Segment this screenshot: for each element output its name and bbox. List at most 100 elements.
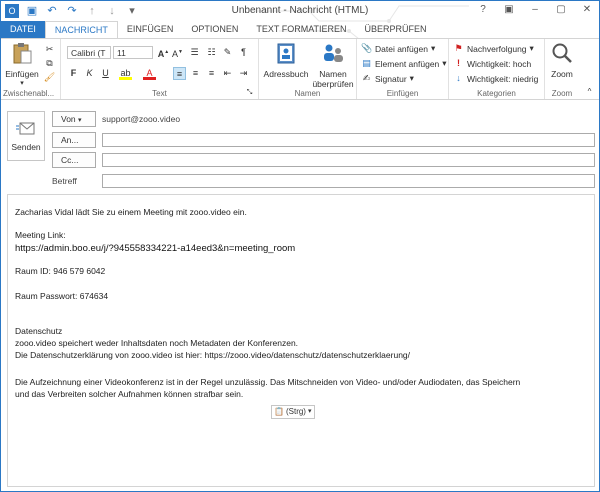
tab-insert[interactable]: EINFÜGEN [118,21,183,38]
signature-button[interactable]: ✍ Signatur ▾ [361,73,414,84]
zoom-group-label: Zoom [551,89,573,98]
chevron-down-icon: ▾ [409,73,414,83]
clear-format-icon[interactable]: ✎ [221,46,234,59]
room-id: Raum ID: 946 579 6042 [15,266,106,276]
numbering-icon[interactable]: ☷ [205,46,218,59]
meeting-link-label: Meeting Link: [15,230,66,240]
check-names-button[interactable]: Namen überprüfen [311,41,355,89]
privacy-line-1: zooo.video speichert weder Inhaltsdaten … [15,338,299,348]
zoom-group: Zoom Zoom [545,39,579,99]
chevron-down-icon: ▾ [20,80,24,87]
paperclip-icon: 📎 [361,43,373,53]
tab-format-text[interactable]: TEXT FORMATIEREN [247,21,355,38]
subject-field[interactable] [102,174,595,188]
align-right-icon[interactable]: ≡ [205,67,218,80]
chevron-down-icon: ▾ [307,408,312,415]
tab-options[interactable]: OPTIONEN [182,21,247,38]
tab-file[interactable]: DATEI [1,21,45,38]
follow-up-button[interactable]: ⚑ Nachverfolgung ▾ [453,43,534,54]
font-color-icon[interactable]: A [143,67,156,80]
increase-indent-icon[interactable]: ⇥ [237,67,250,80]
dialog-launcher-icon[interactable]: ⤡ [243,86,256,99]
close-button[interactable]: ✕ [579,3,595,17]
message-body[interactable]: Zacharias Vidal lädt Sie zu einem Meetin… [7,194,595,487]
decrease-indent-icon[interactable]: ⇤ [221,67,234,80]
ribbon: Einfügen ▾ ✂ ⧉ 🖌 Zwischenabl... Calibri … [1,38,599,100]
italic-button[interactable]: K [83,67,96,80]
clipboard-group-label: Zwischenabl... [3,89,55,98]
from-button[interactable]: Von ▾ [52,111,96,127]
attach-item-button[interactable]: ▤ Element anfügen ▾ [361,58,447,69]
tags-group-label: Kategorien [477,89,516,98]
help-button[interactable]: ? [475,3,491,17]
clipboard-group: Einfügen ▾ ✂ ⧉ 🖌 Zwischenabl... [1,39,61,99]
outlook-message-window: O ▣ ↶ ↷ ↑ ↓ ▾ Unbenannt - Nachricht (HTM… [0,0,600,492]
window-controls: ? ▣ – ▢ ✕ [475,3,595,17]
title-bar: O ▣ ↶ ↷ ↑ ↓ ▾ Unbenannt - Nachricht (HTM… [1,1,599,40]
recording-line-2: und das Verbreiten solcher Aufnahmen kön… [15,389,244,399]
chevron-down-icon: ▾ [442,58,447,68]
names-group: Adressbuch Namen überprüfen Namen [259,39,357,99]
bold-button[interactable]: F [67,67,80,80]
ribbon-display-button[interactable]: ▣ [501,3,517,17]
address-book-icon [277,43,295,64]
meeting-link[interactable]: https://admin.boo.eu/j/?945558334221-a14… [15,243,295,254]
clipboard-icon [13,43,32,64]
ribbon-tabs: DATEI NACHRICHT EINFÜGEN OPTIONEN TEXT F… [1,21,599,38]
clipboard-icon: 📋 [274,407,284,416]
flag-icon: ⚑ [454,43,463,53]
recording-line-1: Die Aufzeichnung einer Videokonferenz is… [15,377,521,387]
include-group-label: Einfügen [386,89,419,98]
names-group-label: Namen [294,89,321,98]
from-value: support@zooo.video [102,114,181,124]
tab-review[interactable]: ÜBERPRÜFEN [356,21,436,38]
basic-text-group-label: Text [152,89,167,98]
minimize-button[interactable]: – [527,3,543,17]
copy-icon[interactable]: ⧉ [43,57,56,70]
cc-field[interactable] [102,153,595,167]
attach-item-icon: ▤ [362,58,371,68]
include-group: 📎 Datei anfügen ▾ ▤ Element anfügen ▾ ✍ … [357,39,449,99]
font-size-combo[interactable]: 11 [113,46,153,59]
highlight-icon[interactable]: ab [119,67,132,80]
bullets-icon[interactable]: ☰ [188,46,201,59]
chevron-down-icon: ▾ [78,117,82,124]
cut-icon[interactable]: ✂ [43,43,56,56]
align-center-icon[interactable]: ≡ [189,67,202,80]
underline-button[interactable]: U [99,67,112,80]
subject-label: Betreff [52,176,77,186]
styles-icon[interactable]: ¶ [237,46,250,59]
attach-file-button[interactable]: 📎 Datei anfügen ▾ [361,43,435,54]
to-field[interactable] [102,133,595,147]
send-button[interactable]: Senden [7,111,45,161]
grow-font-icon[interactable]: A▲ [157,46,170,59]
chevron-down-icon: ▾ [529,43,534,53]
privacy-heading: Datenschutz [15,326,63,336]
room-password: Raum Passwort: 674634 [15,291,109,301]
font-name-combo[interactable]: Calibri (T [67,46,111,59]
format-painter-icon[interactable]: 🖌 [43,71,56,84]
low-importance-button[interactable]: ↓ Wichtigkeit: niedrig [453,73,538,84]
shrink-font-icon[interactable]: A▼ [171,46,184,59]
arrow-down-icon: ↓ [456,73,461,83]
tab-message[interactable]: NACHRICHT [44,21,118,38]
chevron-down-icon: ▾ [430,43,436,53]
paste-button[interactable]: Einfügen ▾ [5,41,39,87]
maximize-button[interactable]: ▢ [553,3,569,17]
check-names-icon [324,44,343,62]
cc-button[interactable]: Cc... [52,152,96,168]
send-envelope-icon [16,122,35,135]
signature-icon: ✍ [362,73,371,83]
collapse-ribbon-icon[interactable]: ^ [583,85,596,98]
exclamation-icon: ! [457,58,460,68]
align-left-icon[interactable]: ≡ [173,67,186,80]
address-book-button[interactable]: Adressbuch [263,41,309,79]
high-importance-button[interactable]: ! Wichtigkeit: hoch [453,58,531,69]
invite-line: Zacharias Vidal lädt Sie zu einem Meetin… [15,207,247,217]
to-button[interactable]: An... [52,132,96,148]
magnifier-icon [552,43,572,63]
zoom-button[interactable]: Zoom [547,41,577,79]
paste-options-button[interactable]: 📋 (Strg) ▾ [271,405,315,419]
basic-text-group: Calibri (T 11 A▲ A▼ ☰ ☷ ✎ ¶ F K U ab A ≡… [61,39,259,99]
privacy-line-2: Die Datenschutzerklärung von zooo.video … [15,350,411,360]
